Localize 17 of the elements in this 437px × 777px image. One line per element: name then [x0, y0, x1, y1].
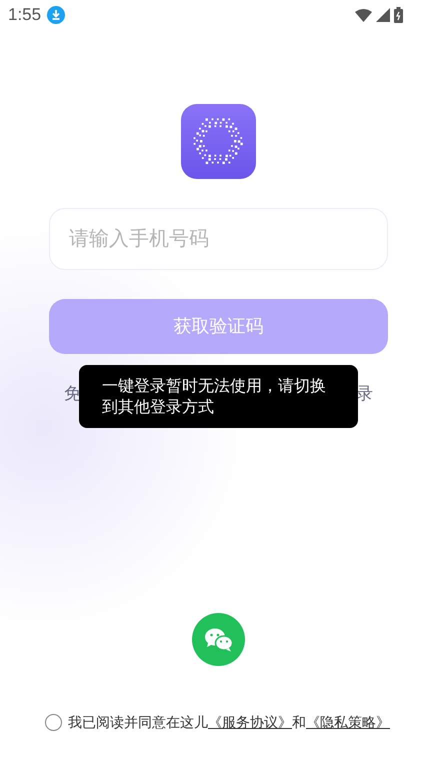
toast-message: 一键登录暂时无法使用，请切换到其他登录方式 — [79, 365, 358, 428]
one-click-login-text: 免 — [64, 383, 81, 406]
phone-input-field[interactable]: 请输入手机号码 — [49, 208, 388, 270]
wifi-icon — [355, 8, 372, 22]
agreement-text: 我已阅读并同意在这儿 — [68, 713, 208, 732]
download-icon — [47, 6, 66, 24]
agreement-text: 和 — [292, 713, 306, 732]
terms-link[interactable]: 《服务协议》 — [208, 712, 292, 733]
app-logo-icon — [181, 104, 256, 179]
signal-icon — [376, 8, 390, 22]
battery-icon — [394, 7, 403, 23]
status-time: 1:55 — [8, 4, 42, 26]
agreement-checkbox[interactable] — [45, 714, 62, 731]
wechat-login-button[interactable] — [192, 613, 245, 666]
chat-bubbles-icon — [204, 626, 234, 652]
one-click-login-text: 录 — [356, 383, 373, 406]
privacy-link[interactable]: 《隐私策略》 — [306, 712, 390, 733]
